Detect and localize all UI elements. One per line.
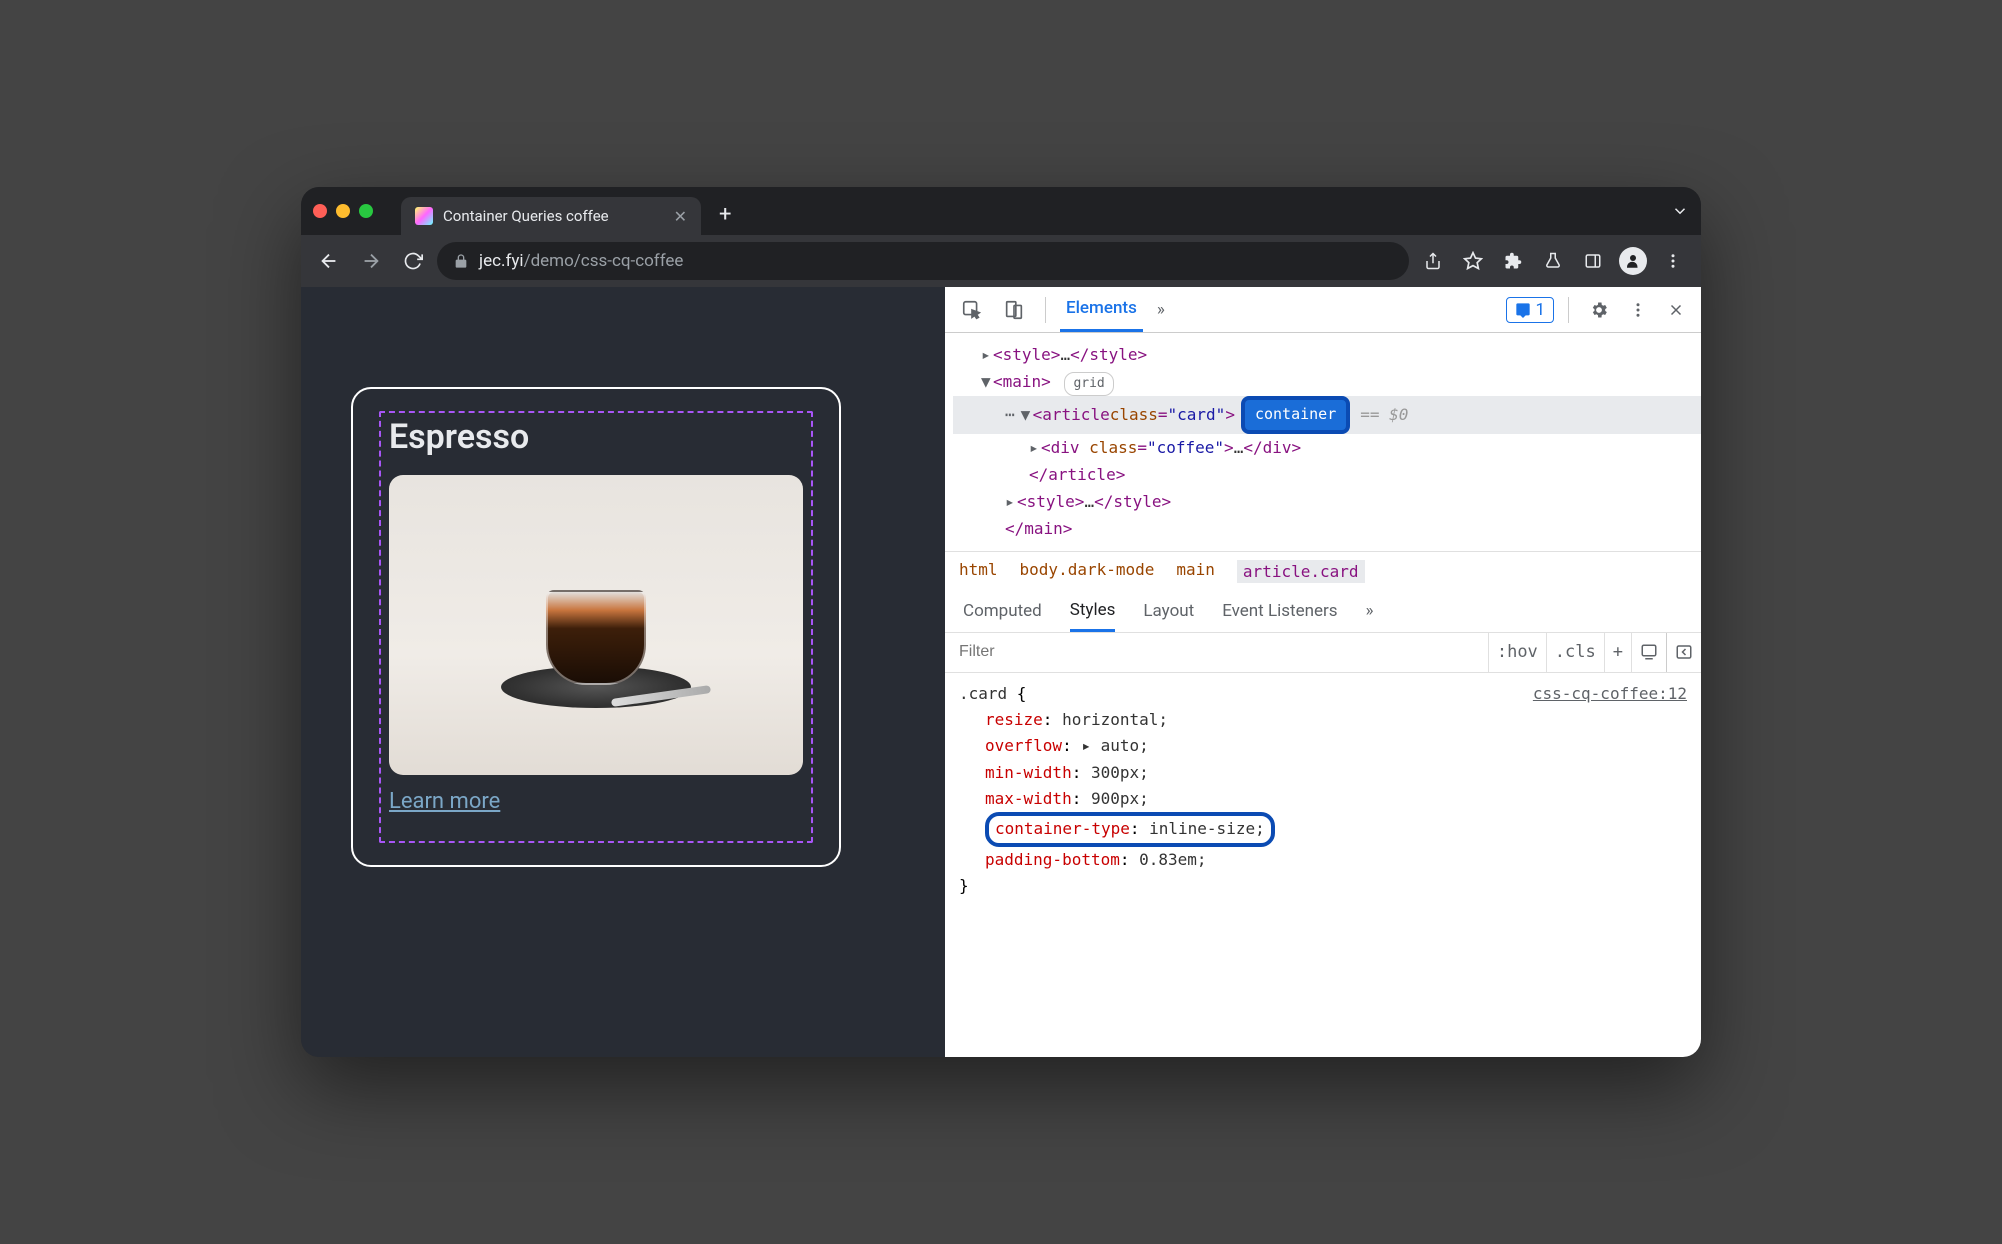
content-area: Espresso Learn more <box>301 287 1701 1057</box>
styles-tab[interactable]: Styles <box>1070 591 1116 632</box>
minimize-window-button[interactable] <box>336 204 350 218</box>
maximize-window-button[interactable] <box>359 204 373 218</box>
crumb-item-selected[interactable]: article.card <box>1237 560 1365 583</box>
extensions-button[interactable] <box>1495 243 1531 279</box>
devtools-tabbar: Elements » 1 <box>945 287 1701 333</box>
grid-badge[interactable]: grid <box>1064 372 1113 396</box>
reload-button[interactable] <box>395 243 431 279</box>
coffee-image <box>389 475 803 775</box>
tab-title: Container Queries coffee <box>443 207 609 225</box>
avatar-icon <box>1619 247 1647 275</box>
sidepanel-button[interactable] <box>1575 243 1611 279</box>
dom-tree[interactable]: ▸<style>…</style> ▼<main> grid ⋯ ▼<artic… <box>945 333 1701 551</box>
new-tab-button[interactable]: + <box>719 202 731 227</box>
event-listeners-tab[interactable]: Event Listeners <box>1222 601 1337 621</box>
lock-icon <box>453 253 469 269</box>
url-text: jec.fyi/demo/css-cq-coffee <box>479 251 683 271</box>
css-declaration[interactable]: max-width: 900px; <box>959 786 1687 812</box>
browser-tab[interactable]: Container Queries coffee ✕ <box>401 197 701 235</box>
styles-filter-row: :hov .cls + <box>945 633 1701 673</box>
hov-toggle[interactable]: :hov <box>1488 633 1546 672</box>
dom-node[interactable]: ▸<div class="coffee">…</div> <box>953 434 1701 461</box>
forward-button[interactable] <box>353 243 389 279</box>
more-tabs-button[interactable]: » <box>1151 287 1171 332</box>
device-toggle-button[interactable] <box>997 287 1031 332</box>
toggle-sidebar-button[interactable] <box>1666 633 1701 672</box>
computed-tab[interactable]: Computed <box>963 601 1042 621</box>
devtools-menu-button[interactable] <box>1623 287 1653 332</box>
crumb-item[interactable]: main <box>1176 560 1215 583</box>
css-declaration[interactable]: min-width: 300px; <box>959 760 1687 786</box>
rule-source-link[interactable]: css-cq-coffee:12 <box>1533 681 1687 707</box>
crumb-item[interactable]: html <box>959 560 998 583</box>
devtools-close-button[interactable] <box>1661 287 1691 332</box>
inspect-button[interactable] <box>955 287 989 332</box>
tab-bar: Container Queries coffee ✕ + <box>301 187 1701 235</box>
toolbar-actions <box>1415 243 1691 279</box>
container-badge[interactable]: container <box>1241 396 1350 434</box>
tab-close-button[interactable]: ✕ <box>674 207 687 226</box>
dom-node[interactable]: ▼<main> grid <box>953 368 1701 396</box>
menu-button[interactable] <box>1655 243 1691 279</box>
browser-window: Container Queries coffee ✕ + jec.fyi/dem… <box>301 187 1701 1057</box>
dom-node[interactable]: </main> <box>953 515 1701 542</box>
tabs-menu-button[interactable] <box>1671 202 1689 220</box>
dom-node[interactable]: ▸<style>…</style> <box>953 488 1701 515</box>
share-button[interactable] <box>1415 243 1451 279</box>
toggle-common-rendering-button[interactable] <box>1631 633 1666 672</box>
favicon-icon <box>415 207 433 225</box>
dom-node-selected[interactable]: ⋯ ▼<article class="card"> container == $… <box>953 396 1701 434</box>
learn-more-link[interactable]: Learn more <box>389 789 500 814</box>
labs-button[interactable] <box>1535 243 1571 279</box>
styles-tabbar: Computed Styles Layout Event Listeners » <box>945 591 1701 633</box>
css-declaration[interactable]: overflow: ▸ auto; <box>959 733 1687 759</box>
css-rule[interactable]: css-cq-coffee:12 .card { resize: horizon… <box>945 673 1701 908</box>
card-title: Espresso <box>389 417 803 457</box>
bookmark-button[interactable] <box>1455 243 1491 279</box>
dom-node[interactable]: </article> <box>953 461 1701 488</box>
rendered-page: Espresso Learn more <box>301 287 945 1057</box>
more-styles-tabs[interactable]: » <box>1366 601 1374 621</box>
back-button[interactable] <box>311 243 347 279</box>
settings-button[interactable] <box>1583 287 1615 332</box>
elements-tab[interactable]: Elements <box>1060 287 1143 332</box>
profile-button[interactable] <box>1615 243 1651 279</box>
css-declaration[interactable]: container-type: inline-size; <box>959 812 1687 846</box>
layout-tab[interactable]: Layout <box>1143 601 1194 621</box>
dom-node[interactable]: ▸<style>…</style> <box>953 341 1701 368</box>
card: Espresso Learn more <box>351 387 841 867</box>
styles-filter-input[interactable] <box>945 643 1488 661</box>
breadcrumb[interactable]: html body.dark-mode main article.card <box>945 551 1701 591</box>
css-declaration[interactable]: padding-bottom: 0.83em; <box>959 847 1687 873</box>
window-controls <box>313 204 373 218</box>
new-style-rule-button[interactable]: + <box>1604 633 1631 672</box>
crumb-item[interactable]: body.dark-mode <box>1020 560 1155 583</box>
devtools: Elements » 1 <box>945 287 1701 1057</box>
close-window-button[interactable] <box>313 204 327 218</box>
toolbar: jec.fyi/demo/css-cq-coffee <box>301 235 1701 287</box>
css-declaration[interactable]: resize: horizontal; <box>959 707 1687 733</box>
issues-badge[interactable]: 1 <box>1506 297 1554 323</box>
cls-toggle[interactable]: .cls <box>1546 633 1604 672</box>
card-inner: Espresso Learn more <box>379 411 813 843</box>
address-bar[interactable]: jec.fyi/demo/css-cq-coffee <box>437 242 1409 280</box>
